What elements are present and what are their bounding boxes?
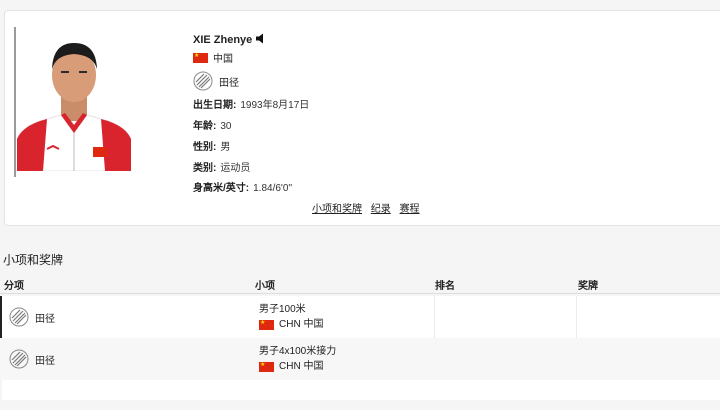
age-label: 年龄: [193,121,217,132]
table-footer-area [2,380,720,400]
athlete-photo [17,27,131,171]
section-title: 小项和奖牌 [3,253,64,267]
age-value: 30 [220,121,232,132]
header-discipline: 分项 [4,281,24,292]
category-label: 类别: [193,163,217,174]
row-event: 男子4x100米接力 [259,346,337,357]
table-row: 田径 男子100米 CHN 中国 [0,296,720,338]
category-row: 类别: 运动员 [193,159,250,174]
athlete-card: XIE Zhenye 中国 田径 出生日期:1993年8月17日 年龄:30 [4,10,720,226]
events-medals-link[interactable]: 小项和奖牌 [312,204,362,215]
records-link[interactable]: 纪录 [371,204,391,215]
athlete-sport: 田径 [219,77,239,89]
category-value: 运动员 [220,163,251,174]
row-noc: CHN 中国 [279,361,324,372]
gender-row: 性别: 男 [193,138,230,153]
athlete-country: 中国 [213,54,233,65]
table-row: 田径 男子4x100米接力 CHN 中国 [0,338,720,380]
gender-label: 性别: [193,142,217,153]
gender-value: 男 [220,142,231,153]
schedule-link[interactable]: 赛程 [400,204,420,215]
athlete-name: XIE Zhenye [193,34,253,46]
profile-links: 小项和奖牌 纪录 赛程 [312,200,426,215]
column-divider [434,296,435,338]
china-flag-icon [259,361,274,372]
photo-accent-bar [14,27,16,177]
athletics-icon [193,71,213,91]
row-marker [0,296,2,338]
header-rank: 排名 [435,281,455,292]
column-divider [576,296,577,338]
header-medal: 奖牌 [578,281,598,292]
header-event: 小项 [255,281,275,292]
china-flag-icon [259,319,274,330]
row-sport: 田径 [35,313,55,325]
height-label: 身高米/英寸: [193,183,250,194]
athletics-icon [9,349,29,369]
row-sport: 田径 [35,355,55,367]
table-header: 分项 小项 排名 奖牌 [0,271,720,294]
height-row: 身高米/英寸: 1.84/6'0'' [193,179,292,194]
china-flag-icon [193,52,208,63]
age-row: 年龄: 30 [193,117,231,132]
row-event: 男子100米 [259,304,306,315]
speaker-icon[interactable] [256,33,266,47]
athletics-icon [9,307,29,327]
height-value: 1.84/6'0'' [253,183,293,194]
birthdate-value: 1993年8月17日 [240,100,310,111]
birthdate-label: 出生日期: [193,100,237,111]
athlete-info: XIE Zhenye 中国 田径 出生日期:1993年8月17日 年龄:30 [193,33,309,194]
birthdate-row: 出生日期: 1993年8月17日 [193,96,309,111]
row-noc: CHN 中国 [279,319,324,330]
